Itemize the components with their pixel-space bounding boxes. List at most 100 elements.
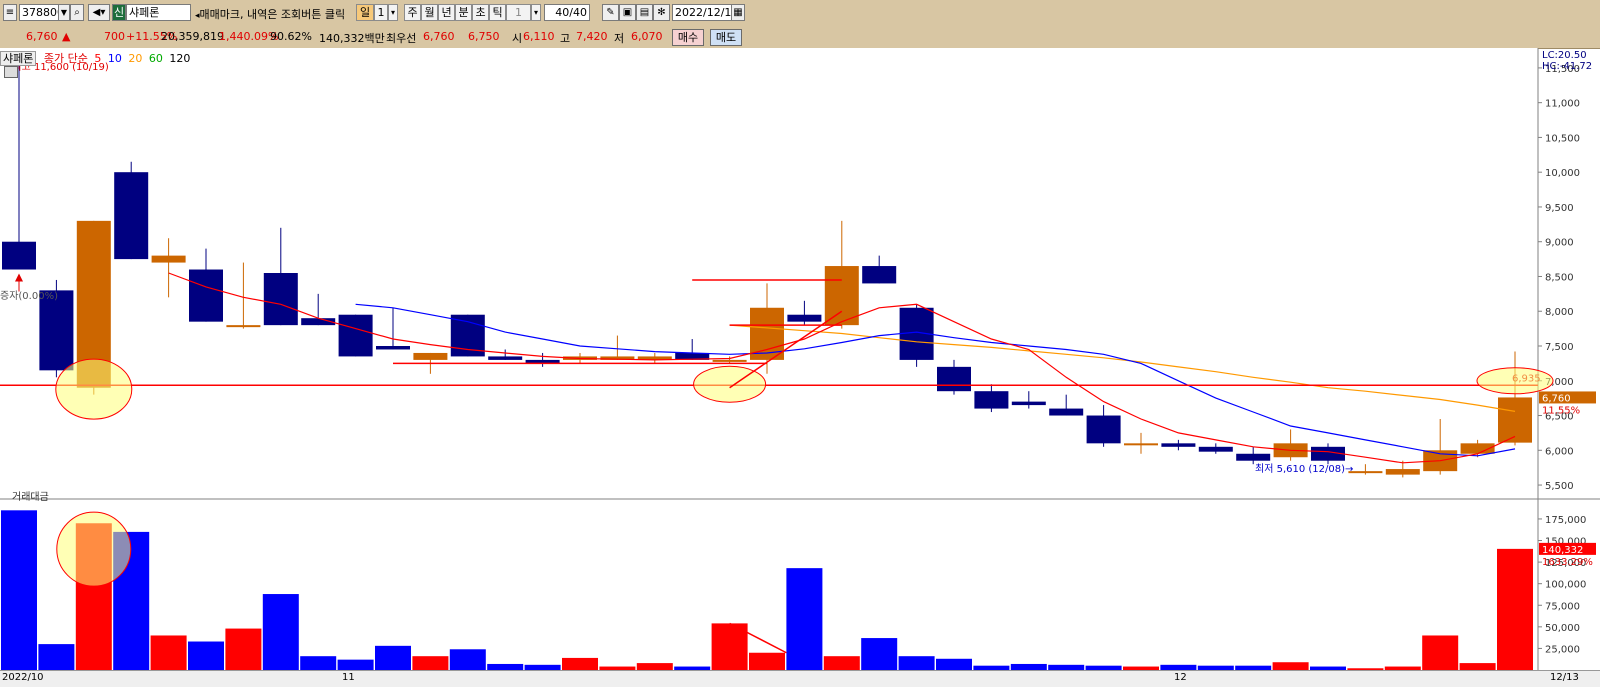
volume-bar (861, 638, 898, 670)
tools-icon[interactable]: ✎ (602, 4, 619, 21)
period-week-tab[interactable]: 주 (404, 4, 421, 21)
period-second-tab[interactable]: 초 (472, 4, 489, 21)
period-month-tab[interactable]: 월 (421, 4, 438, 21)
volume-bar (1422, 635, 1459, 670)
tick-num-dropdown-icon[interactable]: ▾ (531, 4, 541, 21)
volume-bar (1459, 663, 1496, 670)
candle-body (1198, 446, 1233, 452)
period-year-tab[interactable]: 년 (438, 4, 455, 21)
volume-panel-title: 거래대금 (12, 491, 49, 503)
menu-icon[interactable]: ≡ (3, 4, 17, 21)
best-ask: 6,760 (423, 30, 455, 43)
period-minute-tab[interactable]: 분 (455, 4, 472, 21)
volume-bar (300, 656, 337, 670)
calendar-icon[interactable]: ▦ (731, 4, 745, 21)
quote-bar: 6,760 ▲ 700 +11.55% 20,359,819 1,440.09%… (0, 27, 1600, 49)
indicator-list-icon[interactable] (4, 66, 18, 78)
open-price: 6,110 (523, 30, 555, 43)
code-dropdown-icon[interactable]: ▼ (58, 4, 70, 21)
date-label-dec: 12 (1174, 672, 1187, 683)
period-day-tab[interactable]: 일 (356, 4, 374, 21)
price-tick-label: 5,500 (1545, 481, 1574, 492)
legend-name[interactable]: 샤페론 (0, 51, 37, 66)
date-label-nov: 11 (342, 672, 355, 683)
highlight-circle-3 (1476, 367, 1554, 395)
price-tick-label: 10,500 (1545, 133, 1580, 144)
date-field[interactable]: 2022/12/13 (672, 4, 732, 21)
speaker-icon[interactable]: ◀▾ (88, 4, 110, 21)
tick-num-field[interactable]: 1 (506, 4, 531, 21)
candle-body (39, 290, 74, 371)
volume-tick-label: 175,000 (1545, 515, 1586, 526)
volume-bar (636, 663, 673, 670)
trade-amount: 140,332백만 (319, 32, 385, 45)
candle-body (937, 366, 971, 392)
stock-code-input[interactable]: 378800 (19, 4, 59, 21)
price-tick-label: 9,000 (1545, 238, 1574, 249)
price-chart[interactable]: 11,50011,00010,50010,0009,5009,0008,5008… (0, 48, 1600, 686)
volume-value: 20,359,819 (161, 30, 224, 43)
price-panel-bg (0, 48, 1538, 498)
period-num-dropdown-icon[interactable]: ▾ (388, 4, 398, 21)
candle-body (151, 255, 186, 263)
settings-icon[interactable]: ✻ (653, 4, 670, 21)
data-count-field[interactable]: 40/40 (544, 4, 590, 21)
candle-body (114, 172, 149, 260)
volume-bar (786, 568, 823, 670)
search-icon[interactable]: ⌕ (70, 4, 84, 21)
open-label: 시 (512, 32, 523, 45)
volume-bar (262, 594, 299, 670)
legend-ma60: 60 (148, 52, 163, 65)
legend-ma-label: 종가 단순 (43, 52, 88, 65)
volume-highlight-circle (56, 511, 132, 587)
date-axis: 2022/10 11 12 12/13 (0, 670, 1600, 687)
high-label: 고 (560, 32, 571, 45)
current-price: 6,760 (26, 30, 58, 43)
best-price-label: 최우선 (386, 32, 417, 45)
candle-body (1011, 401, 1046, 406)
up-arrow-icon: ▲ (62, 30, 71, 43)
volume-bar (1497, 548, 1533, 670)
high-price: 7,420 (576, 30, 608, 43)
volume-bar (337, 659, 374, 670)
price-tick-label: 11,000 (1545, 99, 1580, 110)
buy-button[interactable]: 매수 (672, 29, 704, 46)
candle-body (413, 352, 448, 360)
date-label-end: 12/13 (1550, 672, 1579, 683)
candle-body (376, 346, 410, 350)
main-toolbar: ≡ 378800 ▼ ⌕ ◀▾ 신 샤페론 ◂매매마크, 내역은 조회버튼 클릭… (0, 0, 1600, 28)
candle-body (263, 273, 298, 326)
highlight-circle-1 (55, 358, 133, 420)
candle-body (338, 314, 373, 357)
volume-bar (375, 645, 411, 670)
legend-ma10: 10 (107, 52, 122, 65)
candle-body (189, 269, 223, 322)
stock-name-field[interactable]: 샤페론 (126, 4, 191, 21)
candle-body (226, 325, 261, 328)
volume-bar (562, 657, 598, 670)
price-change: 700 (104, 30, 125, 43)
volume-bar (823, 656, 860, 670)
low-price: 6,070 (631, 30, 663, 43)
legend-ma5: 5 (94, 52, 102, 65)
save-icon[interactable]: ▤ (636, 4, 653, 21)
candle-body (2, 241, 36, 270)
volume-bar (898, 656, 935, 670)
current-volume-pct: 1633.29% (1542, 557, 1593, 568)
volume-bar (412, 656, 449, 670)
volume-bar (150, 635, 187, 670)
current-price-pct: 11.55% (1542, 405, 1580, 416)
volume-tick-label: 50,000 (1545, 623, 1580, 634)
period-tick-tab[interactable]: 틱 (489, 4, 506, 21)
current-volume-tag-label: 140,332 (1542, 545, 1583, 556)
image-icon[interactable]: ▣ (619, 4, 636, 21)
price-tick-label: 8,000 (1545, 307, 1574, 318)
candle-body (862, 266, 897, 284)
sell-button[interactable]: 매도 (710, 29, 742, 46)
period-num-field[interactable]: 1 (374, 4, 388, 21)
capital-note: 증자(0.00%) (0, 290, 58, 302)
notice-text: 매매마크, 내역은 조회버튼 클릭 (199, 8, 346, 21)
best-bid: 6,750 (468, 30, 500, 43)
volume-tick-label: 100,000 (1545, 580, 1586, 591)
candle-body (1498, 397, 1532, 443)
